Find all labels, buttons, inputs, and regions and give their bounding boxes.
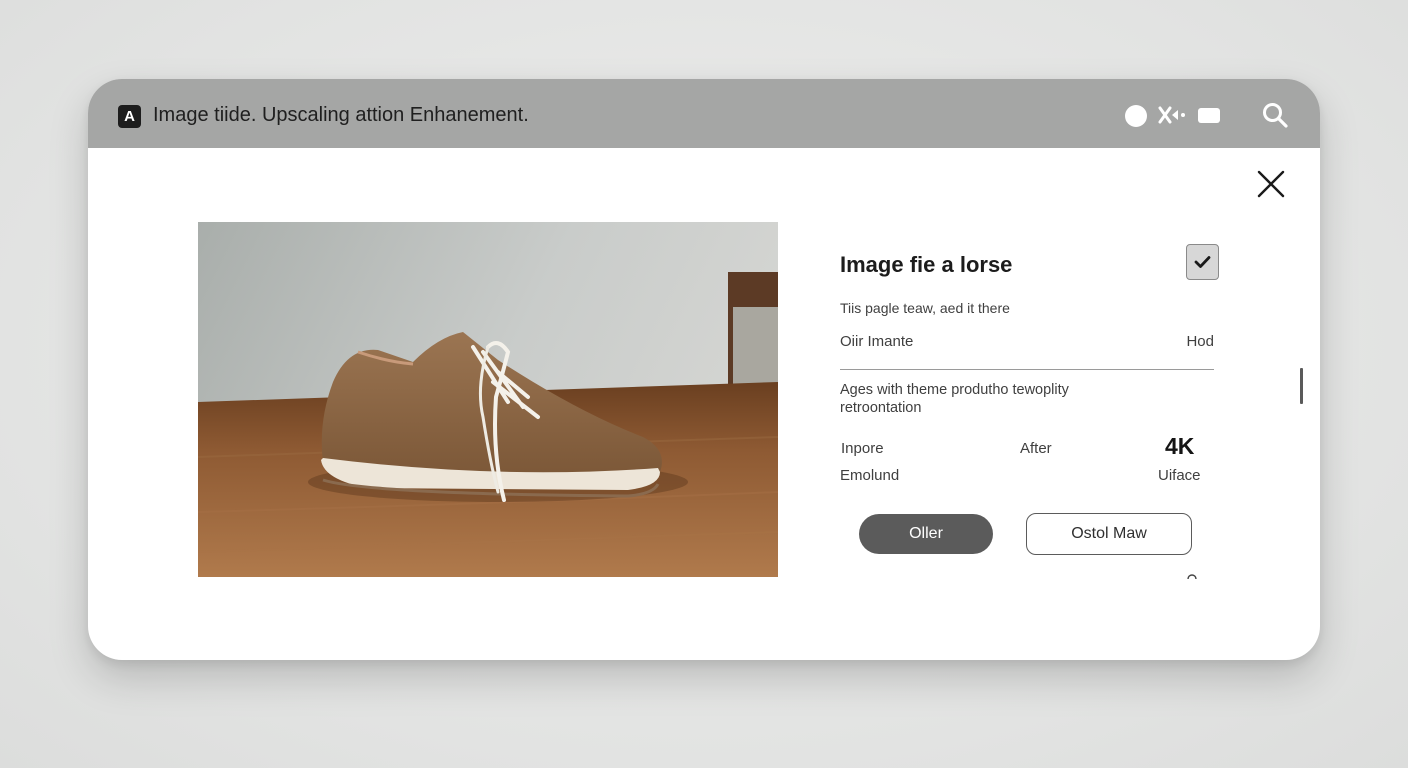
circle-icon[interactable]: [1125, 105, 1147, 127]
before-label: Inpore: [841, 440, 884, 457]
primary-button[interactable]: Oller: [859, 514, 993, 554]
enhancement-dialog: A Image tiide. Upscaling attion Enhaneme…: [88, 79, 1320, 660]
resolution-value: 4K: [1165, 433, 1195, 459]
panel-note: Agеs with theme produtho tewoplity retro…: [840, 382, 1069, 416]
model-label: Emolund: [840, 467, 900, 484]
mode-label: Uiface: [1158, 467, 1201, 484]
secondary-button[interactable]: Ostol Maw: [1026, 513, 1192, 555]
close-icon[interactable]: [1256, 169, 1286, 199]
panel-title: Image fie a lorse: [840, 252, 1013, 277]
divider: [840, 369, 1214, 370]
mute-icon[interactable]: [1158, 105, 1192, 125]
window-title: Image tiide. Upscaling attion Enhanement…: [153, 104, 529, 126]
panel-description: Tiis pagle teaw, aed it there: [840, 300, 1010, 316]
checkmark-icon: [1194, 256, 1211, 268]
rectangle-icon[interactable]: [1198, 108, 1220, 123]
title-bar: A Image tiide. Upscaling attion Enhaneme…: [88, 79, 1320, 148]
app-logo-icon: A: [118, 105, 141, 128]
search-icon[interactable]: [1261, 101, 1289, 129]
scrollbar-thumb[interactable]: [1300, 368, 1303, 404]
after-label: After: [1020, 440, 1052, 457]
setting-label: Oiir Imante: [840, 333, 914, 350]
spinner-icon: [1187, 574, 1197, 580]
product-photo: [198, 222, 778, 577]
confirm-checkbox[interactable]: [1186, 244, 1219, 280]
setting-value[interactable]: Hod: [1186, 333, 1214, 350]
